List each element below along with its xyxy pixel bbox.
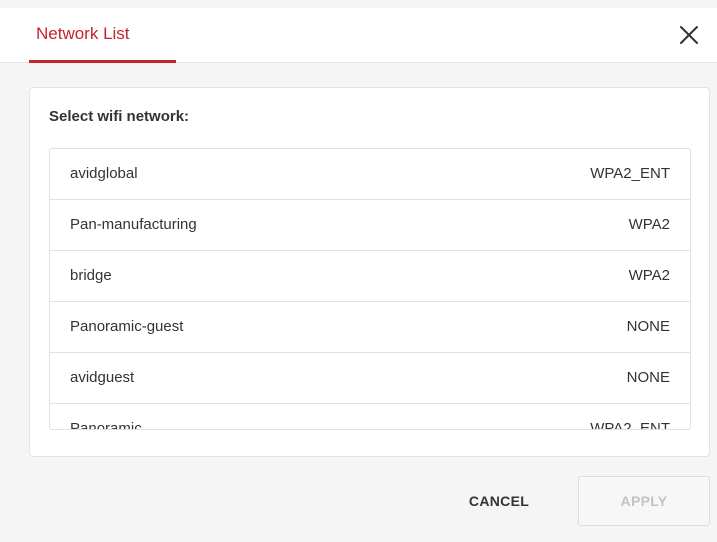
- network-name: bridge: [70, 267, 112, 284]
- network-name: avidglobal: [70, 165, 138, 182]
- network-security: NONE: [626, 318, 670, 335]
- network-name: Panoramic-guest: [70, 318, 184, 335]
- network-row-panoramic-guest[interactable]: Panoramic-guest NONE: [50, 302, 690, 353]
- cancel-button[interactable]: CANCEL: [449, 478, 549, 524]
- network-row-avidguest[interactable]: avidguest NONE: [50, 353, 690, 404]
- network-select-card: Select wifi network: avidglobal WPA2_ENT…: [29, 87, 710, 457]
- close-icon: [680, 26, 698, 44]
- network-security: NONE: [626, 369, 670, 386]
- network-name: Pan-manufacturing: [70, 216, 197, 233]
- close-button[interactable]: [676, 22, 702, 48]
- network-security: WPA2: [628, 267, 670, 284]
- network-name: avidguest: [70, 369, 135, 386]
- network-list-dialog: Network List Select wifi network: avidgl…: [0, 0, 717, 542]
- network-list[interactable]: avidglobal WPA2_ENT Pan-manufacturing WP…: [49, 148, 691, 430]
- select-wifi-label: Select wifi network:: [49, 108, 190, 125]
- network-security: WPA2_ENT: [590, 420, 670, 430]
- apply-button[interactable]: APPLY: [578, 476, 710, 526]
- network-security: WPA2_ENT: [590, 165, 670, 182]
- tab-network-list[interactable]: Network List: [29, 8, 176, 63]
- network-row-bridge[interactable]: bridge WPA2: [50, 251, 690, 302]
- network-row-panoramic[interactable]: Panoramic WPA2_ENT: [50, 404, 690, 430]
- dialog-header: Network List: [0, 8, 717, 63]
- network-row-pan-manufacturing[interactable]: Pan-manufacturing WPA2: [50, 200, 690, 251]
- tab-network-list-label: Network List: [36, 24, 130, 43]
- network-name: Panoramic: [70, 420, 142, 430]
- network-row-avidglobal[interactable]: avidglobal WPA2_ENT: [50, 149, 690, 200]
- network-security: WPA2: [628, 216, 670, 233]
